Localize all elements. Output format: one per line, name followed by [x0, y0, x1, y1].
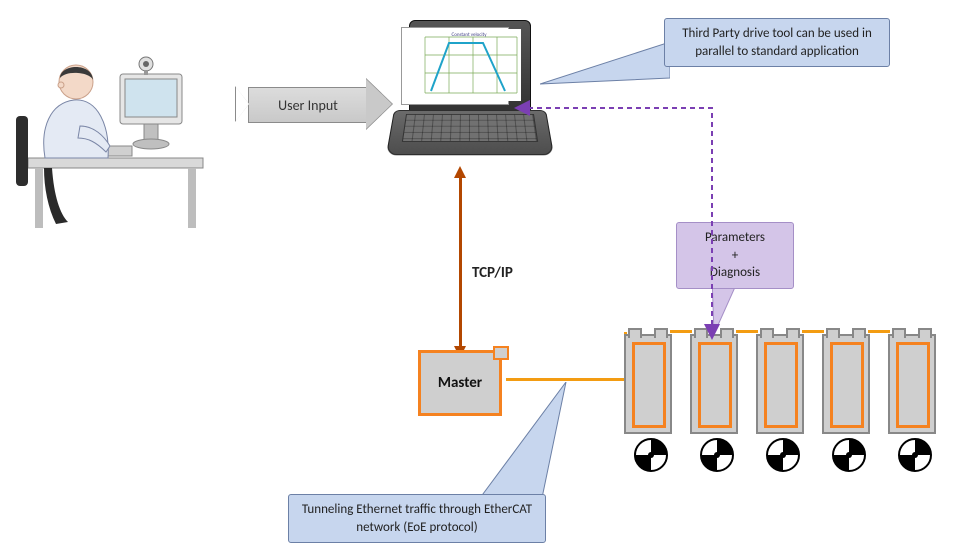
bus-segment-3 [802, 330, 824, 333]
diagram-canvas: User Input Constant velocity [0, 0, 965, 557]
tcpip-arrowhead-up [454, 166, 466, 178]
motor-icon-4 [832, 438, 866, 472]
tunneling-callout-text: Tunneling Ethernet traffic through Ether… [302, 502, 532, 535]
slave-drive-1 [624, 334, 672, 434]
motor-icon-1 [634, 438, 668, 472]
diagnosis-dashed-path [510, 90, 730, 340]
tunneling-callout: Tunneling Ethernet traffic through Ether… [288, 494, 546, 543]
bus-segment-4 [868, 330, 890, 333]
slave-drive-5 [888, 334, 936, 434]
tcpip-connection-line [459, 176, 462, 348]
master-port [493, 346, 509, 360]
motor-icon-5 [898, 438, 932, 472]
third-party-callout-text: Third Party drive tool can be used in pa… [682, 26, 872, 59]
tunneling-callout-pointer [440, 382, 600, 500]
motor-icon-2 [700, 438, 734, 472]
motor-icon-3 [766, 438, 800, 472]
slave-drive-3 [756, 334, 804, 434]
tcpip-label: TCP/IP [472, 264, 513, 282]
third-party-callout: Third Party drive tool can be used in pa… [664, 18, 890, 67]
user-input-label: User Input [248, 87, 367, 123]
slave-drive-2 [690, 334, 738, 434]
chart-top-label: Constant velocity [452, 32, 488, 38]
slave-drive-4 [822, 334, 870, 434]
user-input-arrow: User Input [236, 87, 396, 121]
laptop-screen-chart: Constant velocity [417, 29, 521, 101]
operator-illustration [10, 8, 230, 238]
bus-segment-0 [506, 378, 628, 381]
